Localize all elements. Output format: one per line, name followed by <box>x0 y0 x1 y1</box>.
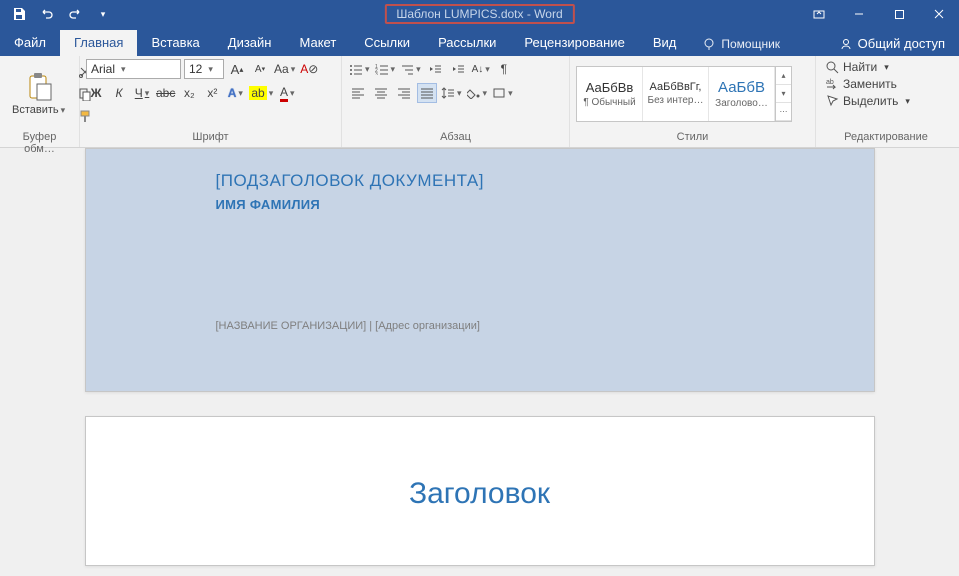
document-page-2[interactable]: Заголовок <box>85 416 875 566</box>
tab-review[interactable]: Рецензирование <box>510 30 638 56</box>
style-normal[interactable]: АаБбВв ¶ Обычный <box>577 67 643 121</box>
svg-text:3: 3 <box>375 72 378 75</box>
font-size-select[interactable]: 12▾ <box>184 59 224 79</box>
align-center-button[interactable] <box>371 83 391 103</box>
tab-view[interactable]: Вид <box>639 30 691 56</box>
tab-references[interactable]: Ссылки <box>350 30 424 56</box>
replace-icon: ab <box>825 77 839 91</box>
gallery-down[interactable]: ▾ <box>776 85 791 103</box>
quick-access-toolbar: ▾ <box>0 1 116 27</box>
align-right-button[interactable] <box>394 83 414 103</box>
shrink-font-button[interactable]: A▾ <box>250 59 270 79</box>
ribbon-display-options[interactable] <box>799 0 839 28</box>
search-icon <box>825 60 839 74</box>
underline-button[interactable]: Ч <box>132 83 152 103</box>
tab-home[interactable]: Главная <box>60 30 137 56</box>
bold-button[interactable]: Ж <box>86 83 106 103</box>
window-title-area: Шаблон LUMPICS.dotx - Word <box>384 4 574 24</box>
gallery-up[interactable]: ▴ <box>776 67 791 85</box>
tell-me[interactable]: Помощник <box>690 32 792 56</box>
tab-design[interactable]: Дизайн <box>214 30 286 56</box>
group-label-styles: Стили <box>570 131 815 147</box>
tab-mailings[interactable]: Рассылки <box>424 30 510 56</box>
italic-button[interactable]: К <box>109 83 129 103</box>
svg-text:ab: ab <box>826 79 834 86</box>
bullets-button[interactable] <box>348 59 371 79</box>
change-case-button[interactable]: Aa <box>273 59 296 79</box>
increase-indent-button[interactable] <box>448 59 468 79</box>
group-paragraph: 123 A↓ ¶ Абзац <box>342 56 570 147</box>
group-editing: Найти▾ ab Заменить Выделить▾ Редактирова… <box>816 56 956 147</box>
select-icon <box>825 94 839 108</box>
bullets-icon <box>349 63 363 75</box>
multilevel-list-button[interactable] <box>399 59 422 79</box>
align-left-button[interactable] <box>348 83 368 103</box>
clear-formatting-button[interactable]: A⊘ <box>299 59 319 79</box>
clipboard-icon <box>25 72 53 102</box>
save-button[interactable] <box>6 1 32 27</box>
group-styles: АаБбВв ¶ Обычный АаБбВвГг, Без интер… Аа… <box>570 56 816 147</box>
redo-button[interactable] <box>62 1 88 27</box>
group-label-clipboard: Буфер обм… <box>0 131 79 147</box>
show-marks-button[interactable]: ¶ <box>494 59 514 79</box>
line-spacing-button[interactable] <box>440 83 463 103</box>
bucket-icon <box>467 87 481 99</box>
text-effects-button[interactable]: A <box>225 83 245 103</box>
font-name-select[interactable]: Arial▾ <box>86 59 181 79</box>
group-label-font: Шрифт <box>80 131 341 147</box>
font-color-button[interactable]: A <box>277 83 297 103</box>
document-page-1[interactable]: [ПОДЗАГОЛОВОК ДОКУМЕНТА] ИМЯ ФАМИЛИЯ [НА… <box>85 148 875 392</box>
select-button[interactable]: Выделить▾ <box>822 93 913 109</box>
share-button[interactable]: Общий доступ <box>825 31 959 56</box>
tab-file[interactable]: Файл <box>0 30 60 56</box>
multilevel-icon <box>400 63 414 75</box>
subscript-button[interactable]: x₂ <box>179 83 199 103</box>
share-icon <box>839 37 853 51</box>
replace-button[interactable]: ab Заменить <box>822 76 900 92</box>
placeholder-author[interactable]: ИМЯ ФАМИЛИЯ <box>216 197 834 212</box>
decrease-indent-button[interactable] <box>425 59 445 79</box>
lightbulb-icon <box>702 37 716 51</box>
group-label-editing: Редактирование <box>816 131 956 147</box>
style-heading1[interactable]: АаБбВ Заголово… <box>709 67 775 121</box>
group-font: Arial▾ 12▾ A▴ A▾ Aa A⊘ Ж К Ч abc x₂ x² A… <box>80 56 342 147</box>
minimize-button[interactable] <box>839 0 879 28</box>
tab-insert[interactable]: Вставка <box>137 30 213 56</box>
window-title: Шаблон LUMPICS.dotx - Word <box>384 4 574 24</box>
numbering-button[interactable]: 123 <box>374 59 397 79</box>
shading-button[interactable] <box>466 83 489 103</box>
styles-gallery-scroll: ▴ ▾ ⋯ <box>775 67 791 121</box>
grow-font-button[interactable]: A▴ <box>227 59 247 79</box>
qat-customize[interactable]: ▾ <box>90 1 116 27</box>
titlebar: ▾ Шаблон LUMPICS.dotx - Word <box>0 0 959 28</box>
close-button[interactable] <box>919 0 959 28</box>
strikethrough-button[interactable]: abc <box>155 83 176 103</box>
superscript-button[interactable]: x² <box>202 83 222 103</box>
gallery-more[interactable]: ⋯ <box>776 103 791 121</box>
placeholder-footer[interactable]: [НАЗВАНИЕ ОРГАНИЗАЦИИ] | [Адрес организа… <box>216 320 834 332</box>
style-no-spacing[interactable]: АаБбВвГг, Без интер… <box>643 67 709 121</box>
placeholder-heading[interactable]: Заголовок <box>126 477 834 511</box>
numbering-icon: 123 <box>375 63 389 75</box>
borders-button[interactable] <box>491 83 514 103</box>
highlight-button[interactable]: ab <box>248 83 274 103</box>
tab-layout[interactable]: Макет <box>285 30 350 56</box>
group-label-paragraph: Абзац <box>342 131 569 147</box>
maximize-button[interactable] <box>879 0 919 28</box>
sort-button[interactable]: A↓ <box>471 59 491 79</box>
find-button[interactable]: Найти▾ <box>822 59 892 75</box>
paste-button[interactable]: Вставить <box>6 70 71 118</box>
justify-button[interactable] <box>417 83 437 103</box>
group-clipboard: Вставить Буфер обм… <box>0 56 80 147</box>
ribbon: Вставить Буфер обм… Arial▾ 12▾ A▴ A▾ Aa … <box>0 56 959 148</box>
styles-gallery: АаБбВв ¶ Обычный АаБбВвГг, Без интер… Аа… <box>576 66 792 122</box>
placeholder-subtitle[interactable]: [ПОДЗАГОЛОВОК ДОКУМЕНТА] <box>216 171 834 191</box>
undo-button[interactable] <box>34 1 60 27</box>
document-workspace[interactable]: [ПОДЗАГОЛОВОК ДОКУМЕНТА] ИМЯ ФАМИЛИЯ [НА… <box>0 148 959 576</box>
ribbon-tabs: Файл Главная Вставка Дизайн Макет Ссылки… <box>0 28 959 56</box>
